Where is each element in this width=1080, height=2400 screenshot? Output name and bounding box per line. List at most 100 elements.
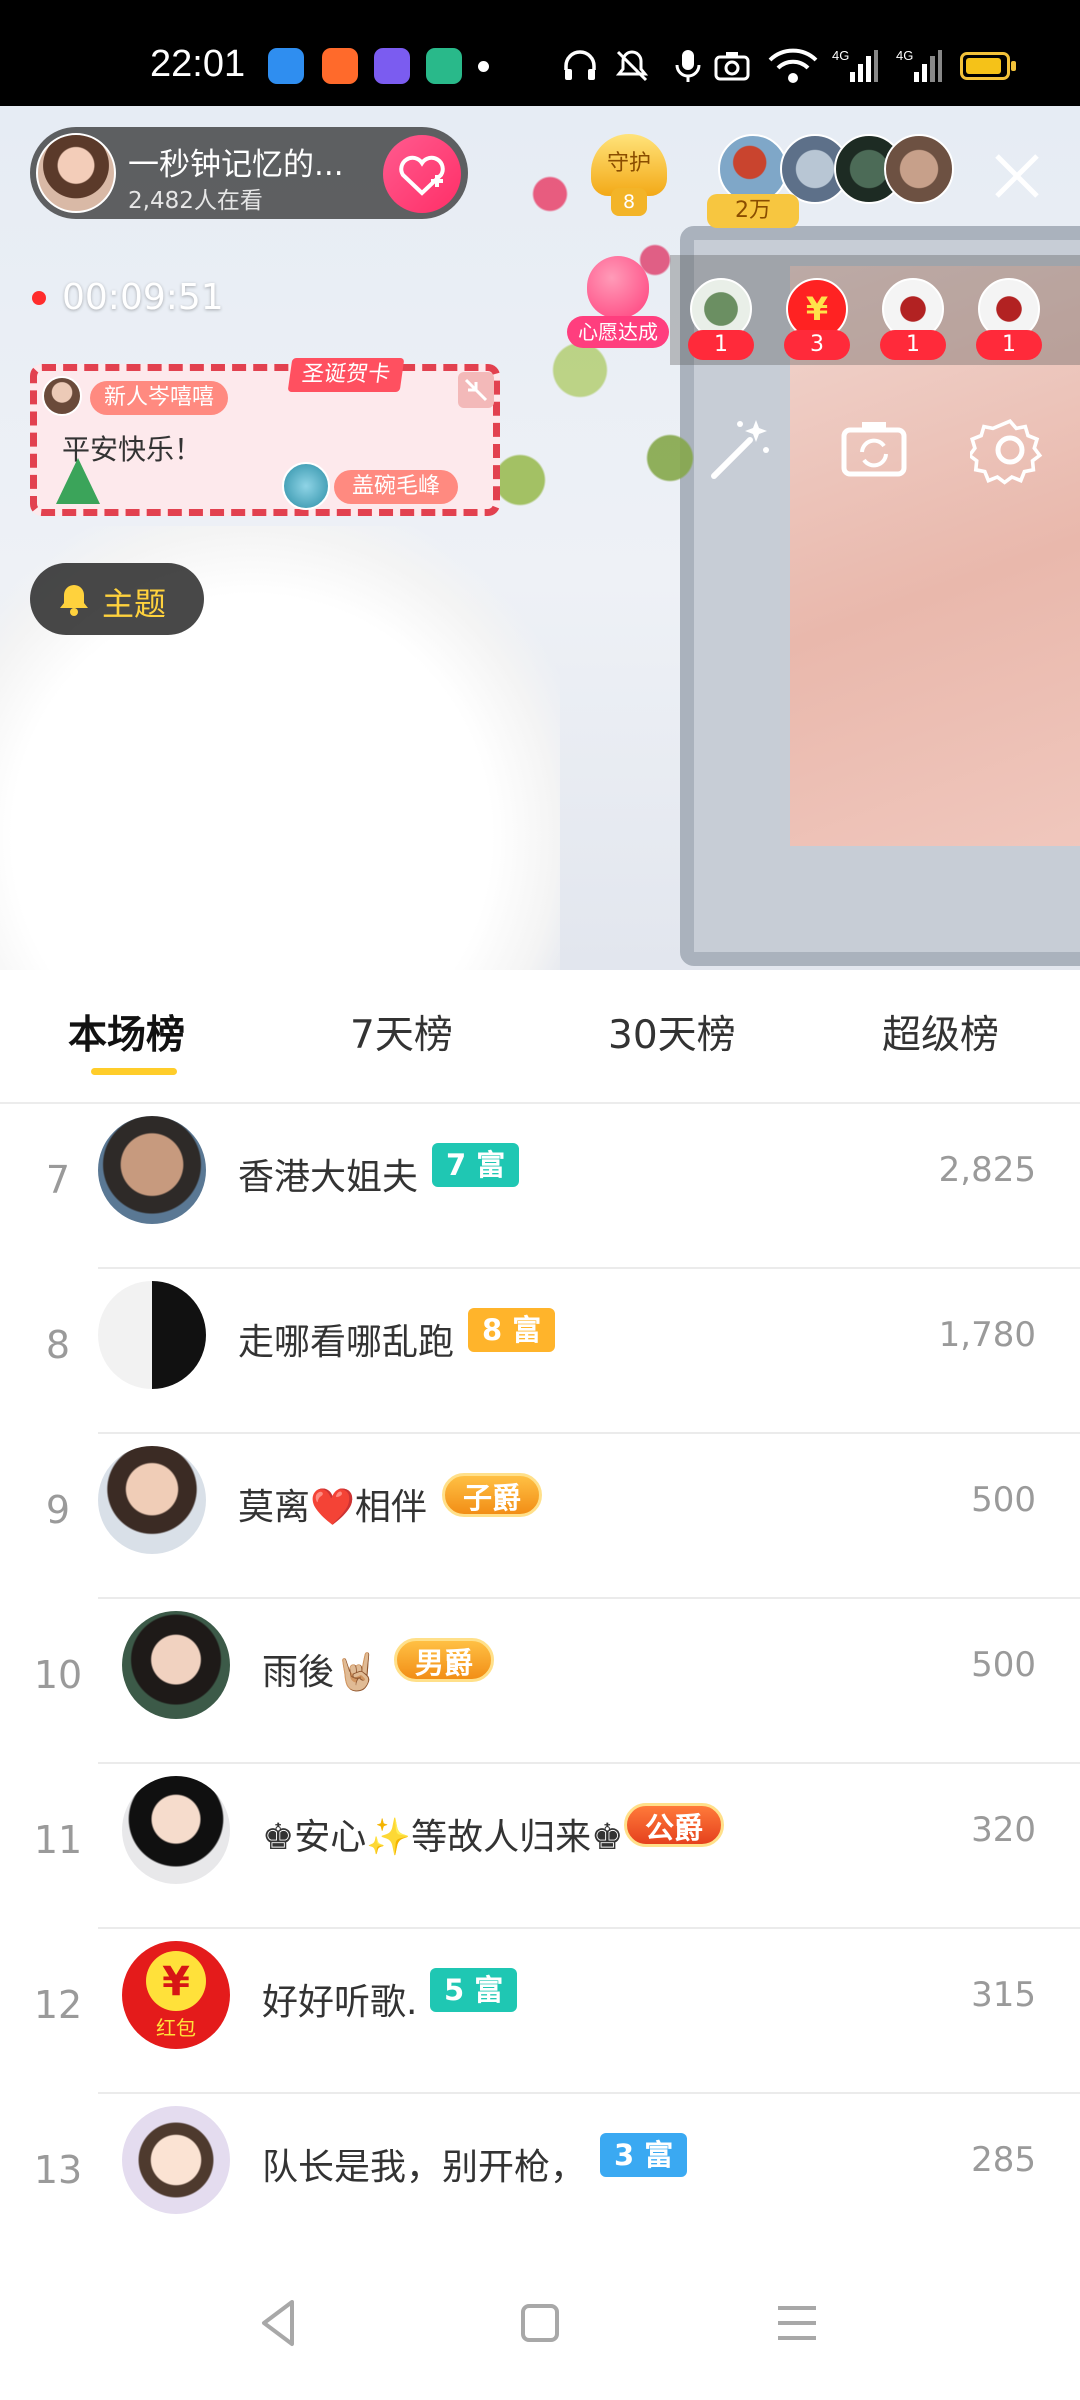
topic-button[interactable]: 主题 xyxy=(30,563,204,635)
wealth-level-badge: 5 富 xyxy=(430,1968,518,2012)
contribution-score: 315 xyxy=(971,1975,1036,2015)
contribution-score: 500 xyxy=(971,1480,1036,1520)
gift-item[interactable]: 1 xyxy=(880,278,946,362)
svg-text:4G: 4G xyxy=(832,48,849,63)
gift-count: 1 xyxy=(880,330,946,360)
svg-text:红包: 红包 xyxy=(156,2016,196,2040)
contribution-score: 1,780 xyxy=(938,1315,1036,1355)
wealth-level-badge: 3 富 xyxy=(600,2133,688,2177)
tab-7-days[interactable]: 7天榜 xyxy=(350,1004,453,1060)
user-avatar[interactable] xyxy=(122,1776,230,1884)
gear-icon xyxy=(966,419,1043,485)
app-notification-icon xyxy=(268,48,304,84)
heart-plus-icon xyxy=(399,155,445,196)
headset-icon xyxy=(564,50,596,80)
beauty-button[interactable] xyxy=(700,410,780,490)
bell-icon xyxy=(60,585,88,616)
gift-count: 3 xyxy=(784,330,850,360)
card-stamp: 圣诞贺卡 xyxy=(287,358,405,392)
guard-badge[interactable]: 守护 8 xyxy=(583,128,675,220)
svg-text:4G: 4G xyxy=(896,48,913,63)
svg-text:¥: ¥ xyxy=(162,1959,190,2005)
close-button[interactable] xyxy=(987,146,1047,206)
wish-achieved-button[interactable]: 心愿达成 xyxy=(565,256,671,352)
navigation-bar xyxy=(0,2244,1080,2400)
user-avatar[interactable] xyxy=(98,1446,206,1554)
user-name: 雨後🤘🏼 xyxy=(262,1652,379,1693)
close-icon xyxy=(995,154,1039,198)
ranking-row[interactable]: 10 雨後🤘🏼 男爵 500 xyxy=(0,1599,1080,1764)
app-notification-icon xyxy=(374,48,410,84)
contribution-score: 320 xyxy=(971,1810,1036,1850)
ranking-row[interactable]: 9 莫离❤️相伴 子爵 500 xyxy=(0,1434,1080,1599)
app-notification-icon xyxy=(322,48,358,84)
gift-count: 1 xyxy=(688,330,754,360)
contribution-score: 500 xyxy=(971,1645,1036,1685)
back-icon[interactable] xyxy=(244,2288,314,2358)
ranking-tabs: 本场榜 7天榜 30天榜 超级榜 xyxy=(0,970,1080,1104)
gift-item[interactable]: 1 xyxy=(688,278,754,362)
ranking-list[interactable]: 7 香港大姐夫 7 富 2,825 8 走哪看哪乱跑 8 富 1,780 9 莫… xyxy=(0,1104,1080,2244)
rank-number: 8 xyxy=(45,1323,71,1367)
card-sender-avatar xyxy=(42,376,82,416)
tab-super[interactable]: 超级榜 xyxy=(882,1004,999,1060)
wish-label: 心愿达成 xyxy=(567,316,669,348)
card-sender: 新人岑嘻嘻 xyxy=(90,381,229,415)
collapse-icon xyxy=(464,378,488,402)
contribution-score: 2,825 xyxy=(938,1150,1036,1190)
ranking-row[interactable]: 11 ♚安心✨等故人归来♚ 公爵 320 xyxy=(0,1764,1080,1929)
settings-button[interactable] xyxy=(966,410,1050,490)
gift-item[interactable]: ¥ 3 xyxy=(784,278,850,362)
collapse-card-button[interactable] xyxy=(458,372,494,408)
user-name: 香港大姐夫 xyxy=(238,1157,419,1198)
guard-crown-icon: 守护 xyxy=(591,134,667,196)
ranking-row[interactable]: 12 ¥ 红包 好好听歌. 5 富 315 xyxy=(0,1929,1080,2094)
host-avatar[interactable] xyxy=(36,133,116,213)
wealth-level-badge: 7 富 xyxy=(432,1143,520,1187)
user-name: 莫离❤️相伴 xyxy=(238,1487,427,1528)
follow-button[interactable] xyxy=(383,135,461,213)
wealth-level-badge: 8 富 xyxy=(468,1308,556,1352)
ranking-row[interactable]: 13 队长是我，别开枪， 3 富 285 xyxy=(0,2094,1080,2244)
noble-rank-badge: 子爵 xyxy=(442,1473,543,1517)
signal-4g-icon: 4G xyxy=(896,48,942,82)
rank-number: 7 xyxy=(45,1158,71,1202)
ranking-row[interactable]: 7 香港大姐夫 7 富 2,825 xyxy=(0,1104,1080,1269)
status-bar: 22:01 4G 4G xyxy=(0,0,1080,106)
status-time: 22:01 xyxy=(150,43,246,85)
home-icon[interactable] xyxy=(505,2288,575,2358)
user-name: 队长是我，别开枪， xyxy=(262,2147,587,2188)
heart-icon xyxy=(587,256,649,318)
user-avatar[interactable] xyxy=(122,2106,230,2214)
switch-camera-button[interactable] xyxy=(834,410,914,490)
user-name: 走哪看哪乱跑 xyxy=(238,1322,455,1363)
card-receiver: 盖碗毛峰 xyxy=(334,470,459,504)
card-receiver-avatar xyxy=(282,462,330,510)
ranking-row[interactable]: 8 走哪看哪乱跑 8 富 1,780 xyxy=(0,1269,1080,1434)
noble-rank-badge: 公爵 xyxy=(624,1803,725,1847)
live-video[interactable] xyxy=(0,106,1080,970)
active-tab-indicator xyxy=(91,1068,177,1075)
host-name[interactable]: 一秒钟记忆的... xyxy=(128,139,344,184)
more-notifications-icon xyxy=(478,61,489,72)
rank-number: 12 xyxy=(33,1983,83,2027)
top-score-badge: 2万 xyxy=(707,194,799,228)
red-packet-avatar[interactable]: ¥ 红包 xyxy=(122,1941,230,2049)
menu-icon[interactable] xyxy=(762,2288,832,2358)
user-avatar[interactable] xyxy=(98,1116,206,1224)
user-avatar[interactable] xyxy=(122,1611,230,1719)
live-elapsed-time: 00:09:51 xyxy=(62,277,224,318)
tab-this-session[interactable]: 本场榜 xyxy=(68,1004,185,1060)
switch-camera-icon xyxy=(841,422,907,477)
audience-avatar[interactable] xyxy=(884,134,954,204)
rank-number: 9 xyxy=(45,1488,71,1532)
mute-icon xyxy=(615,50,649,82)
magic-wand-icon xyxy=(711,420,769,479)
contribution-score: 285 xyxy=(971,2140,1036,2180)
rank-number: 11 xyxy=(33,1818,83,1862)
rank-number: 13 xyxy=(33,2148,83,2192)
tab-30-days[interactable]: 30天榜 xyxy=(608,1004,736,1060)
signal-4g-icon: 4G xyxy=(832,48,878,82)
gift-item[interactable]: 1 xyxy=(976,278,1042,362)
user-avatar[interactable] xyxy=(98,1281,206,1389)
